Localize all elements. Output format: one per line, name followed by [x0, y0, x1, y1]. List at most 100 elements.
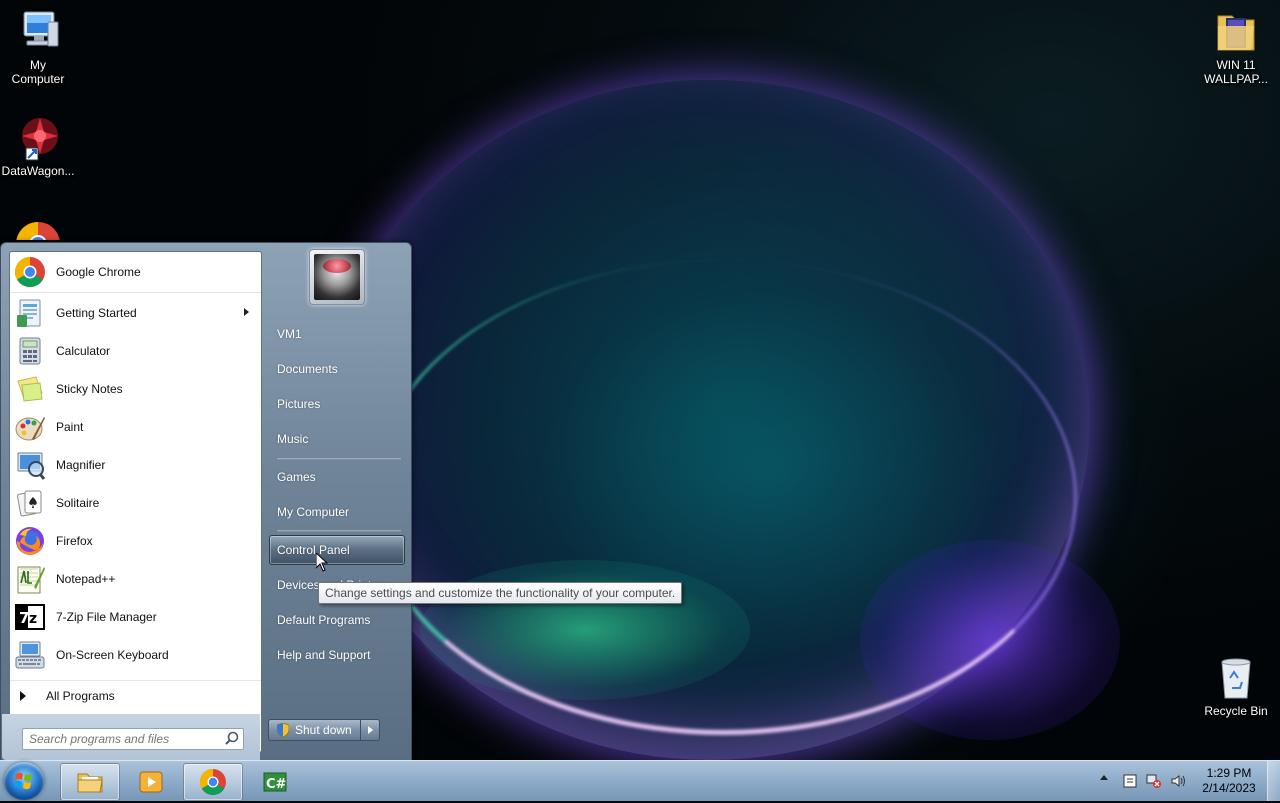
start-menu-programs-pane: Google Chrome Getting Started Calculator…	[2, 251, 262, 760]
program-label: 7-Zip File Manager	[56, 610, 157, 624]
show-desktop-button[interactable]	[1267, 761, 1280, 801]
start-button[interactable]	[4, 762, 44, 800]
solitaire-icon	[14, 487, 46, 519]
program-on-screen-keyboard[interactable]: On-Screen Keyboard	[10, 636, 261, 674]
svg-text:C#: C#	[266, 777, 287, 792]
action-center-icon[interactable]	[1122, 773, 1138, 789]
folder-icon	[76, 768, 104, 796]
shutdown-button[interactable]: Shut down	[268, 719, 370, 741]
start-link-my-computer[interactable]: My Computer	[269, 497, 405, 527]
taskbar-clock[interactable]: 1:29 PM 2/14/2023	[1196, 766, 1262, 796]
taskbar-csharp-button[interactable]: C#	[245, 763, 305, 801]
shutdown-label: Shut down	[295, 723, 352, 737]
start-link-default-programs[interactable]: Default Programs	[269, 605, 405, 635]
desktop-icon-label: WIN 11 WALLPAP...	[1204, 58, 1268, 86]
shutdown-options-button[interactable]	[360, 719, 380, 741]
computer-icon	[14, 8, 62, 56]
program-solitaire[interactable]: Solitaire	[10, 484, 261, 522]
taskbar-chrome-button[interactable]	[183, 763, 243, 801]
separator	[277, 458, 401, 460]
desktop-icon-my-computer[interactable]: My Computer	[0, 8, 76, 86]
program-label: Notepad++	[56, 572, 116, 586]
taskbar-explorer-button[interactable]	[60, 763, 120, 801]
program-label: Calculator	[56, 344, 111, 358]
program-label: Magnifier	[56, 458, 106, 472]
desktop-icon-label: DataWagon...	[1, 164, 75, 178]
program-label: Solitaire	[56, 496, 100, 510]
start-link-help-support[interactable]: Help and Support	[269, 640, 405, 670]
start-link-control-panel[interactable]: Control Panel	[269, 535, 405, 565]
paint-icon	[14, 411, 46, 443]
avatar	[314, 254, 360, 300]
desktop-icon-chrome-partial[interactable]	[0, 220, 76, 240]
notepadpp-icon	[14, 563, 46, 595]
wallpaper-rim	[370, 260, 1077, 735]
svg-text:7: 7	[19, 609, 29, 627]
clock-time: 1:29 PM	[1206, 766, 1252, 780]
desktop-icon-win11-wallpaper[interactable]: WIN 11 WALLPAP...	[1198, 8, 1274, 86]
recycle-bin-icon	[1212, 654, 1260, 702]
taskbar-media-player-button[interactable]	[121, 763, 181, 801]
start-link-documents[interactable]: Documents	[269, 354, 405, 384]
program-label: Sticky Notes	[56, 382, 123, 396]
desktop-icon-label: Recycle Bin	[1204, 704, 1268, 718]
program-label: On-Screen Keyboard	[56, 648, 169, 662]
submenu-arrow-icon	[244, 308, 249, 316]
all-programs-button[interactable]: All Programs	[10, 680, 261, 711]
arrow-right-icon	[368, 726, 373, 734]
start-menu-places-pane: VM1 Documents Pictures Music Games My Co…	[263, 243, 411, 761]
program-firefox[interactable]: Firefox	[10, 522, 261, 560]
search-icon[interactable]	[223, 730, 241, 748]
program-calculator[interactable]: Calculator	[10, 332, 261, 370]
magnifier-icon	[14, 449, 46, 481]
desktop-icon-label: My Computer	[11, 58, 65, 86]
start-link-music[interactable]: Music	[269, 424, 405, 454]
program-sticky-notes[interactable]: Sticky Notes	[10, 370, 261, 408]
shield-icon	[276, 722, 290, 738]
program-paint[interactable]: Paint	[10, 408, 261, 446]
folder-icon	[1212, 8, 1260, 56]
start-link-games[interactable]: Games	[269, 462, 405, 492]
program-list: Google Chrome Getting Started Calculator…	[10, 252, 261, 674]
search-input[interactable]	[23, 731, 223, 747]
all-programs-label: All Programs	[46, 689, 115, 703]
user-picture[interactable]	[309, 249, 365, 305]
media-player-icon	[137, 768, 165, 796]
program-label: Getting Started	[56, 306, 137, 320]
clock-date: 2/14/2023	[1202, 781, 1256, 795]
program-label: Paint	[56, 420, 84, 434]
volume-icon[interactable]	[1170, 773, 1186, 789]
start-menu: Google Chrome Getting Started Calculator…	[0, 242, 412, 762]
program-notepadpp[interactable]: Notepad++	[10, 560, 261, 598]
search-area	[2, 714, 260, 760]
mouse-cursor-icon	[315, 551, 329, 572]
program-magnifier[interactable]: Magnifier	[10, 446, 261, 484]
desktop-icon-recycle-bin[interactable]: Recycle Bin	[1198, 654, 1274, 718]
chrome-icon	[14, 256, 46, 288]
arrow-right-icon	[20, 691, 26, 701]
network-icon[interactable]	[1146, 773, 1162, 789]
program-getting-started[interactable]: Getting Started	[10, 294, 261, 332]
firefox-icon	[14, 525, 46, 557]
csharp-icon: C#	[261, 768, 289, 796]
calculator-icon	[14, 335, 46, 367]
windows-logo-icon	[14, 772, 32, 790]
chrome-icon	[199, 768, 227, 796]
desktop-icon-datawagon[interactable]: DataWagon...	[0, 114, 76, 178]
getting-started-icon	[14, 297, 46, 329]
7zip-icon: 7 z	[14, 601, 46, 633]
program-label: Firefox	[56, 534, 93, 548]
start-link-user[interactable]: VM1	[269, 319, 405, 349]
keyboard-icon	[14, 639, 46, 671]
program-7zip[interactable]: 7 z 7-Zip File Manager	[10, 598, 261, 636]
datawagon-icon	[14, 114, 62, 162]
taskbar: C# 1:29 PM 2/14/2023	[0, 760, 1280, 801]
program-label: Google Chrome	[56, 265, 141, 279]
show-hidden-icons-button[interactable]	[1100, 775, 1108, 780]
sticky-notes-icon	[14, 373, 46, 405]
search-box[interactable]	[22, 728, 244, 750]
svg-text:z: z	[29, 611, 37, 627]
start-link-pictures[interactable]: Pictures	[269, 389, 405, 419]
program-google-chrome[interactable]: Google Chrome	[10, 252, 261, 293]
tooltip: Change settings and customize the functi…	[318, 582, 683, 604]
